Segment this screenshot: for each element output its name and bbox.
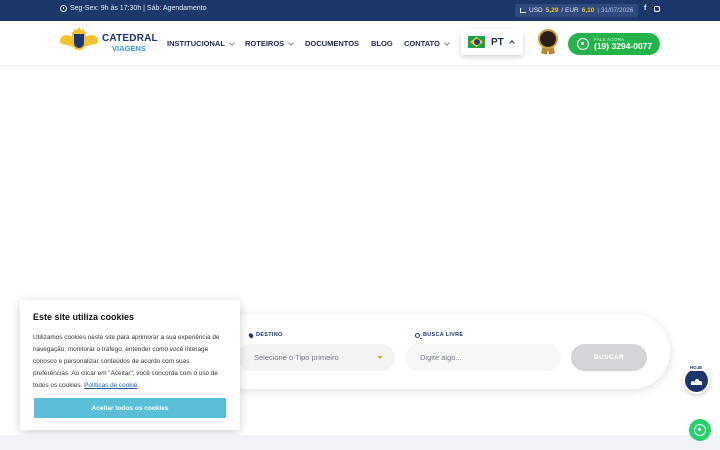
busca-livre-label-text: BUSCA LIVRE bbox=[423, 332, 464, 338]
language-code: PT bbox=[491, 36, 504, 48]
chevron-down-icon bbox=[229, 39, 235, 46]
logo-title: CATEDRAL bbox=[102, 32, 158, 44]
whatsapp-float-button[interactable] bbox=[689, 419, 711, 441]
chevron-down-icon bbox=[444, 39, 450, 46]
search-button[interactable]: BUSCAR bbox=[571, 344, 647, 371]
accept-cookies-button[interactable]: Aceitar todos os cookies bbox=[34, 398, 226, 418]
exchange-rates: USD 5,29 / EUR 6,10 | 31/07/2026 bbox=[515, 4, 639, 17]
brazil-flag-icon bbox=[468, 36, 485, 48]
footer-strip bbox=[0, 435, 720, 450]
cookie-text: Utilizamos cookies neste site para aprim… bbox=[33, 332, 227, 392]
nav-blog[interactable]: BLOG bbox=[371, 39, 393, 48]
nav-roteiros[interactable]: ROTEIROS bbox=[245, 39, 295, 48]
hoje-button[interactable]: HOJE bbox=[683, 363, 710, 394]
destino-select[interactable]: Selecione o Tipo primeiro bbox=[237, 344, 395, 371]
eur-label: / EUR bbox=[561, 7, 579, 14]
nav-contato[interactable]: CONTATO bbox=[404, 39, 450, 48]
language-selector[interactable]: PT bbox=[461, 29, 523, 55]
usd-label: USD bbox=[529, 7, 543, 14]
crest-icon bbox=[60, 27, 98, 59]
top-bar: Seg-Sex: 9h às 17:30h | Sáb: Agendamento… bbox=[0, 0, 720, 21]
cookie-banner: Este site utiliza cookies Utilizamos coo… bbox=[20, 300, 240, 430]
nav-label: CONTATO bbox=[404, 39, 440, 48]
nav-label: ROTEIROS bbox=[245, 39, 285, 48]
nav-label: DOCUMENTOS bbox=[305, 39, 360, 48]
logo-subtitle: VIAGENS bbox=[112, 43, 146, 53]
rate-date: | 31/07/2026 bbox=[597, 7, 634, 14]
location-pin-icon bbox=[247, 331, 255, 339]
whatsapp-contact-button[interactable]: FALE AGORA (19) 3294-0077 bbox=[568, 33, 660, 55]
cookie-title: Este site utiliza cookies bbox=[33, 312, 135, 322]
hoje-label: HOJE bbox=[686, 363, 706, 371]
clock-icon bbox=[60, 5, 67, 12]
eur-value: 6,10 bbox=[581, 7, 595, 14]
search-icon bbox=[415, 332, 420, 338]
whatsapp-icon bbox=[577, 38, 589, 50]
busca-livre-label: BUSCA LIVRE bbox=[415, 332, 463, 338]
business-hours: Seg-Sex: 9h às 17:30h | Sáb: Agendamento bbox=[60, 5, 206, 12]
nav-institucional[interactable]: INSTITUCIONAL bbox=[167, 39, 235, 48]
usd-value: 5,29 bbox=[545, 7, 559, 14]
cookie-body: Utilizamos cookies neste site para aprim… bbox=[33, 334, 220, 389]
destino-label: DESTINO bbox=[247, 331, 283, 339]
award-medal-icon bbox=[538, 29, 558, 55]
whatsapp-phone: (19) 3294-0077 bbox=[594, 41, 653, 51]
business-hours-text: Seg-Sex: 9h às 17:30h | Sáb: Agendamento bbox=[70, 5, 207, 12]
search-input[interactable] bbox=[405, 344, 561, 371]
destino-select-value: Selecione o Tipo primeiro bbox=[254, 353, 339, 362]
chevron-up-icon bbox=[508, 40, 515, 46]
nav-label: BLOG bbox=[371, 39, 393, 48]
nav-documentos[interactable]: DOCUMENTOS bbox=[305, 39, 359, 48]
cookie-policy-link[interactable]: Políticas de cookie bbox=[84, 382, 137, 389]
facebook-icon[interactable]: f bbox=[644, 5, 646, 12]
destino-label-text: DESTINO bbox=[256, 332, 283, 338]
nav-label: INSTITUCIONAL bbox=[167, 39, 225, 48]
whatsapp-icon bbox=[694, 424, 706, 436]
chevron-down-icon bbox=[288, 39, 295, 46]
logo[interactable]: CATEDRAL VIAGENS bbox=[60, 27, 158, 59]
chart-icon bbox=[520, 8, 526, 13]
instagram-icon[interactable] bbox=[654, 6, 660, 12]
people-icon bbox=[691, 378, 702, 385]
caret-down-icon bbox=[377, 356, 383, 359]
